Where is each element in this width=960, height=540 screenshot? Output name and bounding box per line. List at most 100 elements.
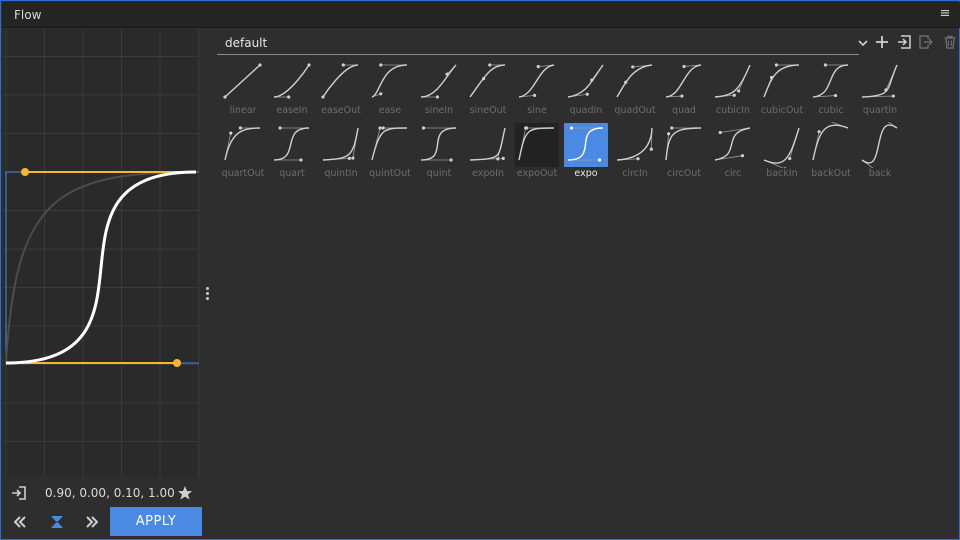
thumb-curve (665, 127, 702, 161)
thumb-curve (322, 127, 359, 161)
symmetric-mode-icon[interactable] (48, 513, 66, 531)
thumb-point-1 (891, 94, 895, 98)
thumb-point-2 (774, 63, 779, 67)
thumb-point-1 (769, 75, 774, 80)
preset-tile-quintOut[interactable]: quintOut (367, 122, 413, 182)
preset-curve-icon (371, 126, 408, 161)
preset-tile-sine[interactable]: sine (514, 59, 560, 119)
thumb-point-1 (379, 92, 383, 96)
thumb-curve (420, 127, 457, 161)
bezier-values-text: 0.90, 0.00, 0.10, 1.00 (45, 486, 175, 500)
title-bar: Flow ≡ (2, 2, 960, 28)
hamburger-menu-icon[interactable]: ≡ (938, 6, 952, 22)
preset-curve-icon (273, 63, 311, 99)
preset-tile-quad[interactable]: quad (661, 59, 707, 119)
splitter-dot (206, 287, 209, 290)
thumb-point-2 (351, 156, 355, 160)
thumb-point-2 (569, 126, 574, 130)
preset-tile-quartOut[interactable]: quartOut (220, 122, 266, 182)
preset-tile-circIn[interactable]: circIn (612, 122, 658, 182)
preset-tile-cubicOut[interactable]: cubicOut (759, 59, 805, 119)
preset-curve-icon (223, 63, 262, 99)
thumb-point-2 (525, 126, 529, 130)
curve-graph[interactable] (3, 29, 199, 477)
thumb-curve (763, 64, 800, 98)
add-preset-icon[interactable] (875, 35, 889, 49)
thumb-point-1 (435, 95, 440, 99)
thumb-point-2 (258, 63, 262, 67)
thumb-point-2 (536, 65, 540, 69)
preset-tile-easeOut[interactable]: easeOut (318, 59, 364, 119)
thumb-curve (616, 127, 653, 161)
thumb-point-1 (597, 158, 602, 162)
preset-curve-icon (714, 127, 751, 161)
bezier-curve[interactable] (5, 170, 197, 365)
preset-group-value: default (225, 36, 268, 50)
preset-tile-quart[interactable]: quart (269, 122, 315, 182)
thumb-point-1 (636, 157, 640, 161)
preset-tile-cubicIn[interactable]: cubicIn (710, 59, 756, 119)
thumb-point-1 (378, 126, 382, 130)
preset-tile-circ[interactable]: circ (710, 122, 756, 182)
preset-tile-quint[interactable]: quint (416, 122, 462, 182)
panel-title: Flow (14, 8, 42, 22)
thumb-point-1 (532, 93, 537, 97)
preset-tile-linear[interactable]: linear (220, 59, 266, 119)
thumb-curve (469, 64, 506, 98)
previous-preset-button[interactable] (11, 513, 29, 531)
panel-splitter-handle[interactable] (204, 287, 210, 305)
preset-tile-quadIn[interactable]: quadIn (563, 59, 609, 119)
next-preset-button[interactable] (83, 513, 101, 531)
preset-tile-quintIn[interactable]: quintIn (318, 122, 364, 182)
preset-curve-icon (861, 122, 898, 168)
splitter-dot (206, 292, 209, 295)
preset-tile-sineIn[interactable]: sineIn (416, 59, 462, 119)
preset-tile-quartIn[interactable]: quartIn (857, 59, 903, 119)
preset-curve-icon (469, 63, 506, 98)
star-icon[interactable] (177, 485, 193, 501)
chevron-down-icon (858, 40, 868, 47)
preset-curve-icon (665, 126, 702, 161)
curve-editor[interactable] (3, 29, 199, 477)
preset-tile-back[interactable]: back (857, 122, 903, 182)
preset-tile-sineOut[interactable]: sineOut (465, 59, 511, 119)
thumb-curve (322, 64, 359, 98)
save-to-library-icon[interactable] (897, 35, 911, 49)
thumb-point-1 (321, 95, 325, 99)
trash-icon[interactable] (943, 35, 957, 49)
control-point-1[interactable] (173, 359, 181, 367)
thumb-curve (469, 127, 506, 161)
thumb-curve (861, 64, 898, 98)
thumb-point-2 (488, 63, 492, 67)
preset-tile-expo[interactable]: expo (563, 122, 609, 182)
apply-button[interactable]: APPLY (110, 507, 202, 536)
preset-tile-backIn[interactable]: backIn (759, 122, 805, 182)
preset-group-select[interactable]: default (217, 31, 868, 55)
preset-curve-icon (420, 126, 457, 162)
preset-tile-quadOut[interactable]: quadOut (612, 59, 658, 119)
import-icon[interactable] (11, 485, 27, 501)
preset-tile-ease[interactable]: ease (367, 59, 413, 119)
control-point-2[interactable] (21, 168, 29, 176)
preset-tile-cubic[interactable]: cubic (808, 59, 854, 119)
thumb-point-2 (823, 63, 828, 67)
preset-tile-expoIn[interactable]: expoIn (465, 122, 511, 182)
thumb-point-1 (223, 95, 227, 99)
thumb-curve (763, 127, 800, 164)
thumb-point-2 (278, 126, 282, 130)
thumb-point-2 (421, 126, 426, 130)
thumb-point-1 (624, 80, 628, 84)
editor-controls: 0.90, 0.00, 0.10, 1.00 APPLY (3, 481, 203, 539)
preset-tile-easeIn[interactable]: easeIn (269, 59, 315, 119)
thumb-point-2 (631, 65, 635, 69)
preset-tile-backOut[interactable]: backOut (808, 122, 854, 182)
thumb-point-2 (341, 63, 345, 67)
thumb-point-1 (287, 95, 291, 99)
preset-tile-circOut[interactable]: circOut (661, 122, 707, 182)
thumb-point-1 (833, 93, 838, 98)
splitter-dot (206, 297, 209, 300)
thumb-curve (567, 64, 604, 98)
export-icon[interactable] (919, 35, 933, 49)
preset-tile-expoOut[interactable]: expoOut (514, 122, 560, 182)
preset-curve-icon (420, 64, 457, 99)
